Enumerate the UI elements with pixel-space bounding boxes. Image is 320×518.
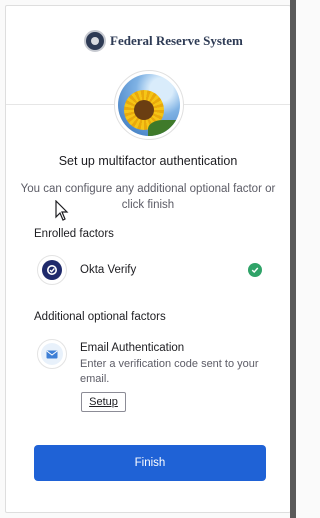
okta-verify-label: Okta Verify xyxy=(80,264,137,276)
additional-factors-label: Additional optional factors xyxy=(34,311,166,323)
window-edge xyxy=(290,0,296,518)
enrolled-factors-label: Enrolled factors xyxy=(34,228,114,240)
page-title: Set up multifactor authentication xyxy=(58,154,238,168)
mouse-cursor-icon xyxy=(55,200,69,221)
setup-email-button[interactable]: Setup xyxy=(81,392,126,412)
okta-verify-icon xyxy=(37,255,67,285)
email-icon xyxy=(37,339,67,369)
email-authentication-label: Email Authentication xyxy=(80,342,185,354)
brand-logo: Federal Reserve System xyxy=(84,28,243,54)
sunflower-image-icon xyxy=(118,74,180,136)
avatar xyxy=(114,70,184,140)
finish-button[interactable]: Finish xyxy=(34,445,266,481)
brand-name: Federal Reserve System xyxy=(110,33,243,48)
federal-reserve-seal-icon xyxy=(84,30,106,52)
email-authentication-description: Enter a verification code sent to your e… xyxy=(80,358,259,385)
page: { "brand": { "name": "Federal Reserve Sy… xyxy=(0,0,296,518)
check-circle-icon xyxy=(248,263,262,277)
